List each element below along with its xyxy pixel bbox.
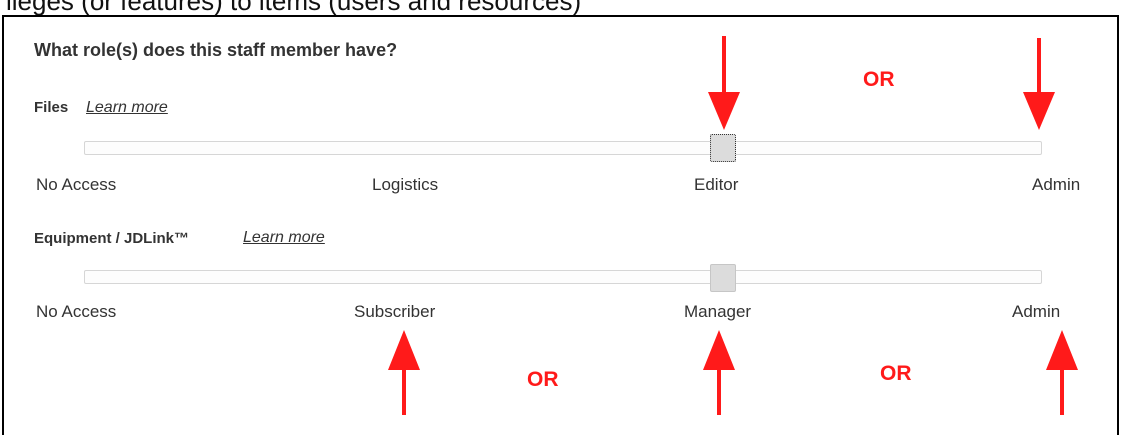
- equipment-option-no-access: No Access: [36, 302, 117, 321]
- up-arrow-icon-equipment-admin: [1046, 330, 1078, 415]
- roles-panel: [2, 15, 1119, 435]
- files-option-no-access: No Access: [36, 175, 117, 194]
- files-option-editor: Editor: [694, 175, 739, 194]
- roles-question-heading: What role(s) does this staff member have…: [34, 40, 398, 60]
- files-role-slider-track[interactable]: [84, 141, 1042, 155]
- equipment-role-slider-handle[interactable]: [710, 264, 736, 292]
- equipment-section-label: Equipment / JDLink™: [34, 230, 190, 247]
- equipment-role-slider-track[interactable]: [84, 270, 1042, 284]
- equipment-learn-more-link[interactable]: Learn more: [243, 229, 325, 247]
- up-arrow-icon-manager: [703, 330, 735, 415]
- up-arrow-icon-subscriber: [388, 330, 420, 415]
- equipment-option-admin: Admin: [1012, 302, 1061, 321]
- files-option-logistics: Logistics: [372, 175, 439, 194]
- files-option-admin: Admin: [1032, 175, 1081, 194]
- equipment-option-subscriber: Subscriber: [354, 302, 436, 321]
- or-annotation-bottom-left: OR: [527, 368, 559, 391]
- files-role-slider-handle[interactable]: [710, 134, 736, 162]
- or-annotation-bottom-right: OR: [880, 362, 912, 385]
- down-arrow-icon-editor: [708, 36, 740, 130]
- equipment-option-manager: Manager: [684, 302, 752, 321]
- files-section-label: Files: [34, 99, 69, 116]
- files-learn-more-link[interactable]: Learn more: [86, 99, 168, 117]
- or-annotation-top: OR: [863, 68, 895, 91]
- down-arrow-icon-admin: [1023, 38, 1055, 130]
